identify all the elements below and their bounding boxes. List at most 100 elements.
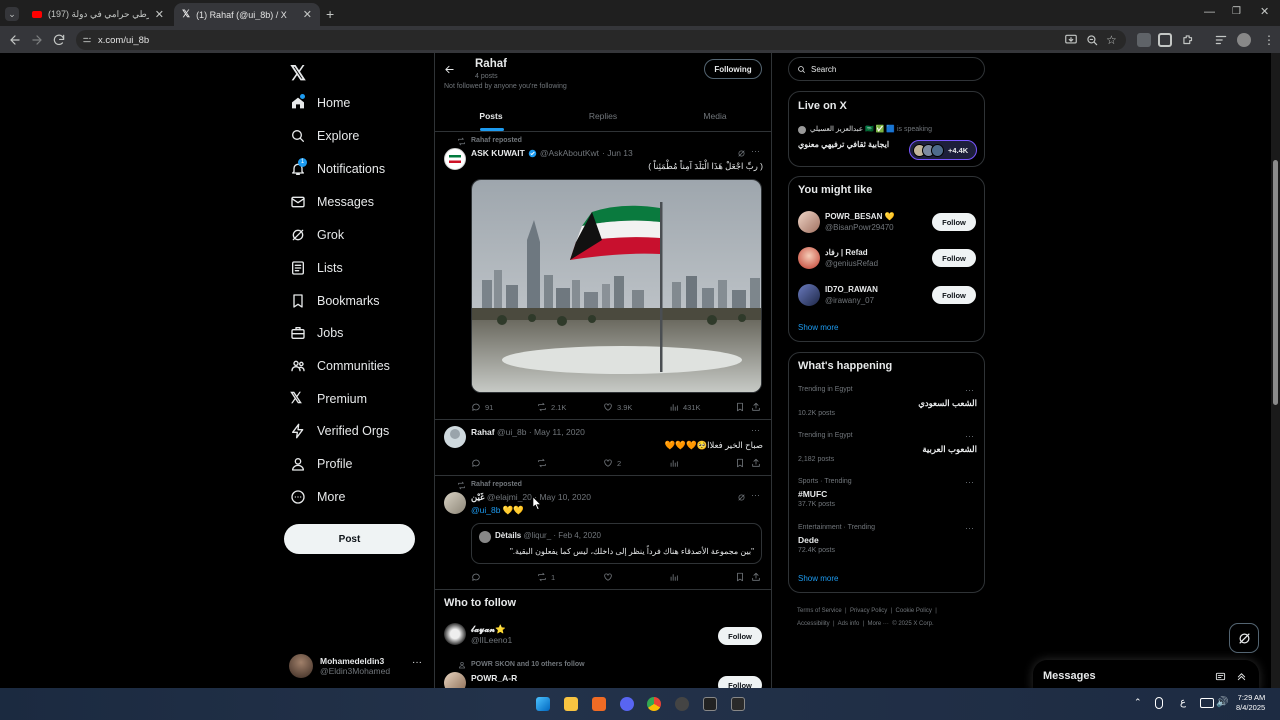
post-author[interactable]: Rahaf xyxy=(471,427,495,437)
reply-button[interactable] xyxy=(471,458,485,468)
share-icon[interactable] xyxy=(751,458,761,468)
follow-button[interactable]: Follow xyxy=(932,286,976,304)
bookmark-icon[interactable] xyxy=(735,572,745,582)
grok-icon[interactable] xyxy=(737,149,746,158)
nav-messages[interactable]: Messages xyxy=(290,189,374,215)
nav-verified-orgs[interactable]: Verified Orgs xyxy=(290,418,389,444)
trend-item[interactable]: Entertainment · Trending ··· Dede 72.4K … xyxy=(789,521,986,565)
live-listeners[interactable]: +4.4K xyxy=(909,140,977,160)
quoted-post[interactable]: Dètails @liqur_ · Feb 4, 2020 "بين مجموع… xyxy=(471,523,762,564)
user-name[interactable]: POWR_A-R xyxy=(471,673,517,684)
views-button[interactable] xyxy=(669,458,683,468)
maximize-button[interactable]: ❐ xyxy=(1232,6,1241,17)
tab-replies[interactable]: Replies xyxy=(547,101,659,131)
user-name[interactable]: ID7O_RAWAN xyxy=(825,284,878,295)
volume-icon[interactable]: 🔊 xyxy=(1216,697,1228,708)
app-icon[interactable] xyxy=(592,697,606,711)
post-button[interactable]: Post xyxy=(284,524,415,554)
nav-explore[interactable]: Explore xyxy=(290,123,359,149)
close-window-button[interactable]: ✕ xyxy=(1260,5,1269,18)
reload-icon[interactable] xyxy=(52,33,66,47)
reply-button[interactable]: 91 xyxy=(471,402,493,412)
extension-icon[interactable] xyxy=(1137,33,1151,47)
views-button[interactable]: 431K xyxy=(669,402,701,412)
reply-button[interactable] xyxy=(471,572,485,582)
post-avatar[interactable] xyxy=(444,492,466,514)
forward-icon[interactable] xyxy=(30,33,44,47)
chevron-up-icon[interactable]: ⌃ xyxy=(1134,697,1142,708)
show-more-link[interactable]: Show more xyxy=(798,323,838,332)
new-tab-button[interactable]: + xyxy=(326,6,334,22)
nav-more[interactable]: More xyxy=(290,484,345,510)
user-avatar[interactable] xyxy=(444,623,466,645)
post-avatar[interactable] xyxy=(444,148,466,170)
follow-button[interactable]: Follow xyxy=(718,627,762,645)
post-avatar[interactable] xyxy=(444,426,466,448)
tab-search-icon[interactable] xyxy=(1214,33,1228,47)
follow-button[interactable]: Follow xyxy=(932,213,976,231)
minimize-button[interactable]: — xyxy=(1204,6,1215,18)
like-button[interactable]: 2 xyxy=(603,458,621,468)
user-avatar[interactable] xyxy=(798,284,820,306)
nav-home[interactable]: Home xyxy=(290,90,350,116)
tab-youtube[interactable]: (197) اكبر شرطي حرامي في دولة ✕ xyxy=(24,3,172,26)
user-avatar[interactable] xyxy=(798,247,820,269)
tab-x[interactable]: 𝕏 (1) Rahaf (@ui_8b) / X ✕ xyxy=(174,3,320,26)
epic-games-icon[interactable] xyxy=(731,697,745,711)
bookmark-star-icon[interactable]: ☆ xyxy=(1106,33,1120,47)
new-message-icon[interactable] xyxy=(1215,671,1226,682)
post-date[interactable]: · May 10, 2020 xyxy=(534,492,591,502)
like-button[interactable]: 3.9K xyxy=(603,402,632,412)
microphone-icon[interactable] xyxy=(1155,697,1163,709)
mention-link[interactable]: @ui_8b xyxy=(471,505,500,515)
language-indicator[interactable]: ع xyxy=(1180,697,1186,708)
network-icon[interactable] xyxy=(1200,698,1214,708)
footer-more-link[interactable]: More ··· xyxy=(868,621,889,627)
puzzle-icon[interactable] xyxy=(1181,33,1195,47)
post-more-icon[interactable]: ··· xyxy=(751,146,760,156)
scrollbar-thumb[interactable] xyxy=(1273,160,1278,405)
profile-avatar-icon[interactable] xyxy=(1237,33,1251,47)
nav-communities[interactable]: Communities xyxy=(290,353,390,379)
trend-more-icon[interactable]: ··· xyxy=(965,523,974,533)
grok-floating-button[interactable] xyxy=(1229,623,1259,653)
share-icon[interactable] xyxy=(751,402,761,412)
post[interactable]: Rahaf reposted غَيْن @elajmi_20 · May 10… xyxy=(435,476,771,589)
nav-grok[interactable]: Grok xyxy=(290,222,344,248)
repost-button[interactable]: 1 xyxy=(537,572,555,582)
post-author[interactable]: ASK KUWAIT xyxy=(471,148,525,158)
trend-item[interactable]: Trending in Egypt ··· الشعوب العربية 2,1… xyxy=(789,429,986,473)
tab-posts[interactable]: Posts xyxy=(435,101,547,131)
share-icon[interactable] xyxy=(751,572,761,582)
back-icon[interactable] xyxy=(8,33,22,47)
like-button[interactable] xyxy=(603,572,617,582)
post[interactable]: Rahaf reposted ASK KUWAIT @AskAboutKwt ·… xyxy=(435,132,771,419)
chevron-up-icon[interactable] xyxy=(1236,671,1247,682)
footer-link[interactable]: Terms of Service xyxy=(797,608,842,614)
nav-profile[interactable]: Profile xyxy=(290,451,352,477)
account-switcher[interactable]: Mohamedeldin3 @Eldin3Mohamed xyxy=(284,650,424,682)
trend-more-icon[interactable]: ··· xyxy=(965,385,974,395)
footer-link[interactable]: Privacy Policy xyxy=(850,608,887,614)
user-name[interactable]: 𝓵𝓪𝔂𝓪𝓷⭐ xyxy=(471,624,512,635)
tab-media[interactable]: Media xyxy=(659,101,771,131)
user-name[interactable]: POWR_BESAN 💛 xyxy=(825,211,895,222)
post-date[interactable]: · May 11, 2020 xyxy=(529,427,585,437)
menu-icon[interactable]: ⋮ xyxy=(1262,33,1276,47)
trend-item[interactable]: Trending in Egypt ··· الشعب السعودي 10.2… xyxy=(789,383,986,427)
post-date[interactable]: · Jun 13 xyxy=(602,148,633,158)
close-icon[interactable]: ✕ xyxy=(303,8,312,21)
x-logo-icon[interactable]: 𝕏 xyxy=(290,61,306,86)
back-arrow-icon[interactable] xyxy=(444,64,455,75)
install-app-icon[interactable] xyxy=(1064,33,1078,47)
account-more-icon[interactable]: ··· xyxy=(412,657,422,668)
views-button[interactable] xyxy=(669,572,683,582)
close-icon[interactable]: ✕ xyxy=(155,8,164,21)
following-button[interactable]: Following xyxy=(704,59,762,79)
app-icon[interactable] xyxy=(703,697,717,711)
grok-icon[interactable] xyxy=(737,493,746,502)
discord-icon[interactable] xyxy=(620,697,634,711)
post-author[interactable]: غَيْن xyxy=(471,492,484,502)
site-info-icon[interactable] xyxy=(82,35,92,45)
repost-button[interactable] xyxy=(537,458,551,468)
